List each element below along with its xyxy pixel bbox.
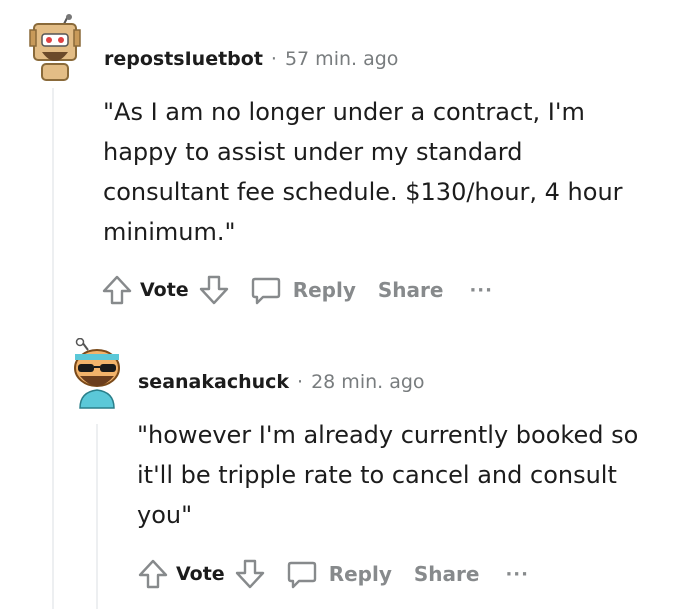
timestamp[interactable]: 57 min. ago bbox=[285, 48, 398, 70]
comment-body: "however I'm already currently booked so… bbox=[137, 415, 687, 535]
comment-body-line: you" bbox=[137, 501, 193, 529]
comment-body-line: consultant fee schedule. $130/hour, 4 ho… bbox=[103, 178, 623, 206]
robot-snoo-avatar bbox=[29, 14, 81, 81]
username[interactable]: repostsIuetbot bbox=[104, 48, 263, 70]
share-button[interactable]: Share bbox=[414, 562, 480, 586]
upvote-icon[interactable] bbox=[136, 557, 170, 591]
username[interactable]: seanakachuck bbox=[138, 371, 289, 393]
meta-separator: · bbox=[270, 48, 277, 70]
share-button[interactable]: Share bbox=[378, 278, 444, 302]
reply-label: Reply bbox=[328, 562, 392, 586]
reply-button[interactable]: Reply bbox=[285, 557, 392, 591]
sunglasses-snoo-avatar bbox=[74, 337, 120, 409]
more-options-button[interactable]: ··· bbox=[469, 280, 493, 301]
comment-bubble-icon bbox=[249, 273, 283, 307]
upvote-icon[interactable] bbox=[100, 273, 134, 307]
thread-line-parent[interactable] bbox=[52, 88, 54, 609]
thread-line-child[interactable] bbox=[96, 424, 98, 609]
downvote-icon[interactable] bbox=[233, 557, 267, 591]
timestamp[interactable]: 28 min. ago bbox=[311, 371, 424, 393]
comment-meta: repostsIuetbot · 57 min. ago bbox=[104, 48, 398, 70]
reply-button[interactable]: Reply bbox=[249, 273, 356, 307]
vote-count: Vote bbox=[140, 279, 189, 301]
comment-actions: Vote Reply Share ··· bbox=[136, 556, 529, 592]
more-options-button[interactable]: ··· bbox=[505, 564, 529, 585]
comment-body-line: "As I am no longer under a contract, I'm bbox=[103, 98, 585, 126]
comment-body-line: minimum." bbox=[103, 218, 236, 246]
comment-bubble-icon bbox=[285, 557, 319, 591]
comment-actions: Vote Reply Share ··· bbox=[100, 272, 493, 308]
reply-label: Reply bbox=[292, 278, 356, 302]
comment-body: "As I am no longer under a contract, I'm… bbox=[103, 92, 683, 252]
comment-body-line: happy to assist under my standard bbox=[103, 138, 523, 166]
comment-body-line: it'll be tripple rate to cancel and cons… bbox=[137, 461, 617, 489]
vote-count: Vote bbox=[176, 563, 225, 585]
avatar[interactable] bbox=[66, 337, 128, 410]
avatar[interactable] bbox=[20, 14, 88, 82]
comment-meta: seanakachuck · 28 min. ago bbox=[138, 371, 425, 393]
downvote-icon[interactable] bbox=[197, 273, 231, 307]
meta-separator: · bbox=[297, 371, 304, 393]
comment-body-line: "however I'm already currently booked so bbox=[137, 421, 639, 449]
